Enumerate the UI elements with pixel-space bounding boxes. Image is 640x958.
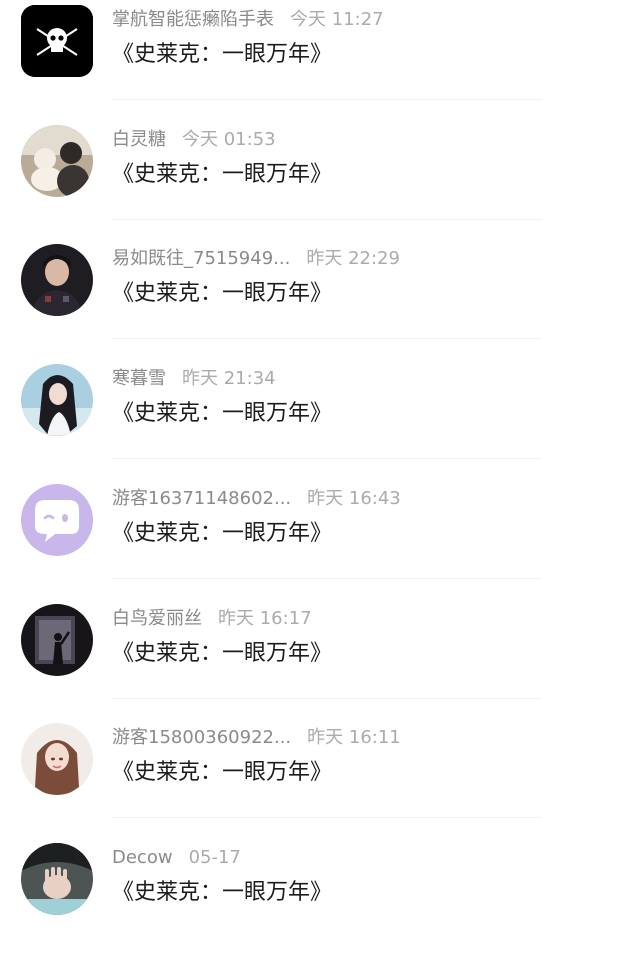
comment-item[interactable]: 易如既往_7515949... 昨天 22:29 《史莱克：一眼万年》 [0,239,640,359]
skull-icon [21,5,93,77]
comment-text: 《史莱克：一眼万年》 [112,401,333,426]
username[interactable]: 游客16371148602... [112,485,291,513]
comment-meta: 白灵糖 今天 01:53 [112,126,276,154]
comment-meta: 易如既往_7515949... 昨天 22:29 [112,245,400,273]
timestamp: 昨天 21:34 [182,368,276,389]
divider [112,578,542,579]
comment-item[interactable]: 白灵糖 今天 01:53 《史莱克：一眼万年》 [0,120,640,240]
photo-avatar-icon [21,244,93,316]
divider [112,817,542,818]
comment-meta: 白鸟爱丽丝 昨天 16:17 [112,605,312,633]
timestamp: 今天 01:53 [182,129,276,150]
comment-item[interactable]: 寒暮雪 昨天 21:34 《史莱克：一眼万年》 [0,359,640,479]
avatar[interactable] [21,5,93,77]
divider [112,219,542,220]
photo-avatar-icon [21,723,93,795]
username[interactable]: 易如既往_7515949... [112,245,290,273]
username[interactable]: 白鸟爱丽丝 [112,605,202,633]
timestamp: 昨天 16:17 [218,608,312,629]
chat-bubble-icon [21,484,93,556]
comment-meta: Decow 05-17 [112,844,241,872]
comment-text: 《史莱克：一眼万年》 [112,281,333,306]
avatar[interactable] [21,244,93,316]
photo-avatar-icon [21,604,93,676]
timestamp: 今天 11:27 [290,9,384,30]
divider [112,698,542,699]
avatar[interactable] [21,484,93,556]
avatar[interactable] [21,604,93,676]
divider [112,338,542,339]
avatar[interactable] [21,125,93,197]
timestamp: 昨天 16:11 [307,727,401,748]
username[interactable]: 游客15800360922... [112,724,291,752]
avatar[interactable] [21,723,93,795]
divider [112,458,542,459]
comment-item[interactable]: 掌航智能惩癞陷手表 今天 11:27 《史莱克：一眼万年》 [0,0,640,120]
comment-meta: 游客16371148602... 昨天 16:43 [112,485,401,513]
comment-meta: 游客15800360922... 昨天 16:11 [112,724,401,752]
comment-text: 《史莱克：一眼万年》 [112,42,333,67]
photo-avatar-icon [21,364,93,436]
comment-item[interactable]: 游客15800360922... 昨天 16:11 《史莱克：一眼万年》 [0,718,640,838]
comment-item[interactable]: 白鸟爱丽丝 昨天 16:17 《史莱克：一眼万年》 [0,599,640,719]
comment-text: 《史莱克：一眼万年》 [112,641,333,666]
comment-text: 《史莱克：一眼万年》 [112,760,333,785]
comment-meta: 掌航智能惩癞陷手表 今天 11:27 [112,6,384,34]
timestamp: 昨天 22:29 [306,248,400,269]
comment-item[interactable]: Decow 05-17 《史莱克：一眼万年》 [0,838,640,958]
username[interactable]: Decow [112,844,173,872]
avatar[interactable] [21,843,93,915]
username[interactable]: 寒暮雪 [112,365,166,393]
comment-meta: 寒暮雪 昨天 21:34 [112,365,276,393]
comment-item[interactable]: 游客16371148602... 昨天 16:43 《史莱克：一眼万年》 [0,479,640,599]
avatar[interactable] [21,364,93,436]
comment-text: 《史莱克：一眼万年》 [112,162,333,187]
timestamp: 05-17 [188,847,241,868]
timestamp: 昨天 16:43 [307,488,401,509]
comment-text: 《史莱克：一眼万年》 [112,880,333,905]
username[interactable]: 白灵糖 [112,126,166,154]
divider [112,99,542,100]
comment-text: 《史莱克：一眼万年》 [112,521,333,546]
comment-list: 掌航智能惩癞陷手表 今天 11:27 《史莱克：一眼万年》 白灵糖 今天 01:53… [0,0,640,935]
photo-avatar-icon [21,125,93,197]
username[interactable]: 掌航智能惩癞陷手表 [112,6,274,34]
photo-avatar-icon [21,843,93,915]
